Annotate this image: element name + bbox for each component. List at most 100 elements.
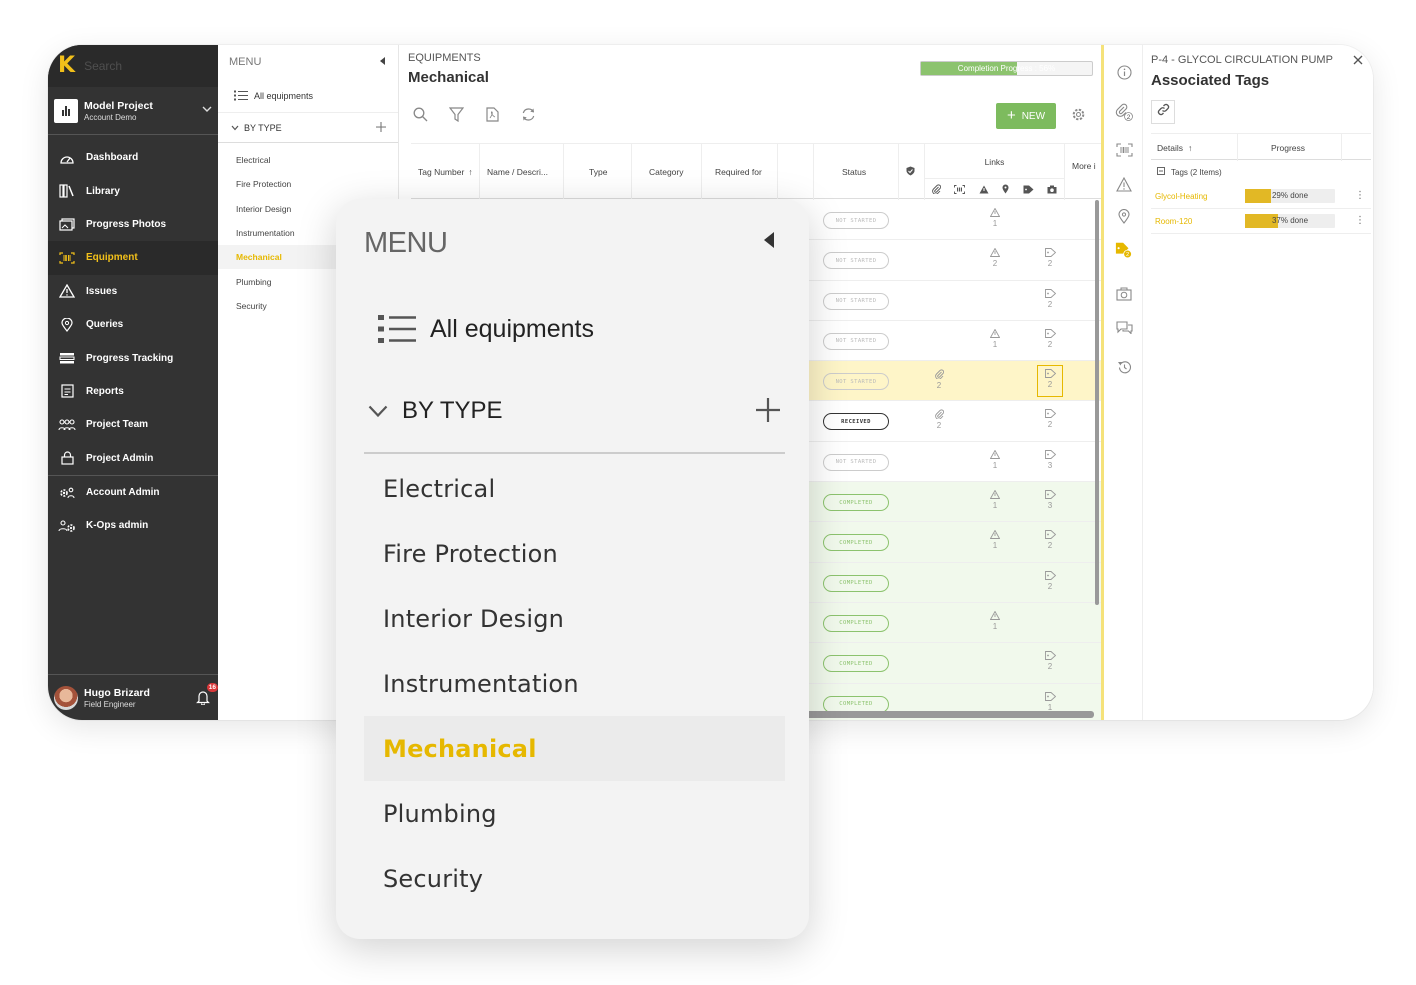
link-cell-tag[interactable]: 2 xyxy=(1040,369,1060,389)
zoom-by-type[interactable]: BY TYPE xyxy=(368,397,788,425)
sidebar-item-project-team[interactable]: Project Team xyxy=(48,408,218,441)
link-cell-tag[interactable]: 2 xyxy=(1040,288,1060,309)
camera-icon[interactable] xyxy=(1047,181,1057,199)
barcode-icon[interactable] xyxy=(954,181,966,199)
sidebar-item-label: Project Team xyxy=(86,419,149,431)
camera-icon[interactable] xyxy=(1115,285,1133,303)
location-pin-icon[interactable] xyxy=(1002,181,1009,199)
k-logo[interactable]: K xyxy=(58,55,75,77)
column-name[interactable]: Name / Descri... xyxy=(480,144,564,200)
sidebar-item-progress-photos[interactable]: Progress Photos xyxy=(48,208,218,241)
search-input[interactable] xyxy=(84,59,240,73)
tag-icon[interactable]: 2 xyxy=(1115,241,1133,259)
vertical-scrollbar[interactable] xyxy=(1095,200,1099,605)
sidebar-item-queries[interactable]: Queries xyxy=(48,308,218,341)
link-cell-tag[interactable]: 2 xyxy=(1040,570,1060,591)
attachment-icon[interactable] xyxy=(931,181,941,199)
menu-item-fire-protection[interactable]: Fire Protection xyxy=(218,172,398,196)
zoom-menu-item-fire-protection[interactable]: Fire Protection xyxy=(364,521,785,586)
zoom-menu-item-electrical[interactable]: Electrical xyxy=(364,456,785,521)
link-cell-tag[interactable]: 3 xyxy=(1040,490,1060,510)
link-cell-warn[interactable]: 1 xyxy=(985,328,1005,349)
sidebar-item-issues[interactable]: Issues xyxy=(48,275,218,308)
link-cell-warn[interactable]: 2 xyxy=(985,247,1005,268)
link-cell-tag[interactable]: 2 xyxy=(1040,409,1060,429)
pdf-icon[interactable] xyxy=(483,105,501,123)
history-icon[interactable] xyxy=(1115,358,1133,376)
tags-group[interactable]: Tags (2 Items) xyxy=(1157,167,1222,177)
barcode-icon[interactable] xyxy=(1115,141,1133,159)
tag-name-link[interactable]: Room-120 xyxy=(1155,217,1192,226)
link-cell-warn[interactable]: 1 xyxy=(985,489,1005,510)
warning-icon[interactable] xyxy=(979,181,989,199)
zoom-menu-item-interior-design[interactable]: Interior Design xyxy=(364,586,785,651)
add-icon[interactable] xyxy=(376,121,386,134)
location-pin-icon[interactable] xyxy=(1115,207,1133,225)
zoom-menu-item-instrumentation[interactable]: Instrumentation xyxy=(364,651,785,716)
link-cell-tag[interactable]: 2 xyxy=(1040,248,1060,268)
link-cell-tag[interactable]: 2 xyxy=(1040,651,1060,671)
link-cell-warn[interactable]: 1 xyxy=(985,610,1005,631)
column-details[interactable]: Details ↑ xyxy=(1157,143,1192,153)
tag-progress-label: 29% done xyxy=(1271,191,1309,200)
link-cell-tag[interactable]: 2 xyxy=(1040,328,1060,349)
close-icon[interactable] xyxy=(1353,53,1363,68)
link-cell-warn[interactable]: 1 xyxy=(985,529,1005,550)
bell-icon[interactable]: 16 xyxy=(196,682,218,706)
link-cell-warn[interactable]: 1 xyxy=(985,207,1005,228)
column-required-for[interactable]: Required for xyxy=(702,144,778,200)
tag-row[interactable]: Room-120 37% done ⋮ xyxy=(1151,209,1371,234)
warning-icon[interactable] xyxy=(1115,175,1133,193)
link-cell-tag[interactable]: 2 xyxy=(1040,530,1060,550)
comments-icon[interactable] xyxy=(1115,318,1133,336)
collapse-icon[interactable] xyxy=(764,232,774,248)
tag-icon[interactable] xyxy=(1023,181,1034,199)
tag-row[interactable]: Glycol-Heating 29% done ⋮ xyxy=(1151,184,1371,209)
tag-name-link[interactable]: Glycol-Heating xyxy=(1155,192,1207,201)
column-progress[interactable]: Progress xyxy=(1271,143,1305,153)
column-category[interactable]: Category xyxy=(632,144,702,200)
zoom-menu-item-plumbing[interactable]: Plumbing xyxy=(364,781,785,846)
column-more-info[interactable]: More i xyxy=(1065,144,1101,200)
project-selector[interactable]: Model Project Account Demo xyxy=(48,87,218,135)
sidebar-item-progress-tracking[interactable]: Progress Tracking xyxy=(48,341,218,374)
link-count: 1 xyxy=(992,339,998,349)
filter-icon[interactable] xyxy=(447,105,465,123)
menu-item-electrical[interactable]: Electrical xyxy=(218,148,398,172)
collapse-group-icon[interactable] xyxy=(1157,167,1165,177)
link-cell-tag[interactable]: 3 xyxy=(1040,449,1060,470)
zoom-menu-item-mechanical[interactable]: Mechanical xyxy=(364,716,785,781)
more-vertical-icon[interactable]: ⋮ xyxy=(1355,215,1365,226)
sidebar-item-project-admin[interactable]: Project Admin xyxy=(48,442,218,475)
link-cell-warn[interactable]: 1 xyxy=(985,449,1005,470)
add-icon[interactable] xyxy=(756,395,780,427)
refresh-icon[interactable] xyxy=(519,105,537,123)
info-icon[interactable] xyxy=(1115,63,1133,81)
sidebar-item-dashboard[interactable]: Dashboard xyxy=(48,141,218,174)
column-type[interactable]: Type xyxy=(564,144,632,200)
more-vertical-icon[interactable]: ⋮ xyxy=(1355,190,1365,201)
column-status[interactable]: Status xyxy=(814,144,899,200)
zoom-menu-item-security[interactable]: Security xyxy=(364,846,785,911)
menu-all-equipments[interactable]: All equipments xyxy=(218,79,398,113)
sidebar-item-k-ops-admin[interactable]: K-Ops admin xyxy=(48,509,218,542)
chevron-down-icon[interactable] xyxy=(202,105,212,116)
sidebar-item-equipment[interactable]: Equipment xyxy=(48,241,218,275)
column-verified[interactable] xyxy=(899,144,925,200)
link-cell-clip[interactable]: 2 xyxy=(929,409,949,430)
sidebar-item-library[interactable]: Library xyxy=(48,174,218,207)
attachment-icon[interactable]: 2 xyxy=(1115,103,1133,121)
menu-by-type[interactable]: BY TYPE xyxy=(218,113,398,143)
link-cell-tag[interactable]: 1 xyxy=(1040,691,1060,712)
gear-icon[interactable] xyxy=(1071,107,1086,127)
column-tag-number[interactable]: Tag Number ↑ xyxy=(411,144,480,200)
sidebar-item-reports[interactable]: Reports xyxy=(48,375,218,408)
search-icon[interactable] xyxy=(411,105,429,123)
sidebar-item-account-admin[interactable]: Account Admin xyxy=(48,476,218,509)
user-profile[interactable]: Hugo Brizard Field Engineer 16 xyxy=(48,674,218,720)
zoom-all-equipments[interactable]: All equipments xyxy=(378,314,594,344)
collapse-icon[interactable] xyxy=(380,56,386,68)
new-equipment-button[interactable]: + NEW xyxy=(996,103,1056,129)
link-tag-button[interactable] xyxy=(1151,100,1175,124)
link-cell-clip[interactable]: 2 xyxy=(929,369,949,390)
